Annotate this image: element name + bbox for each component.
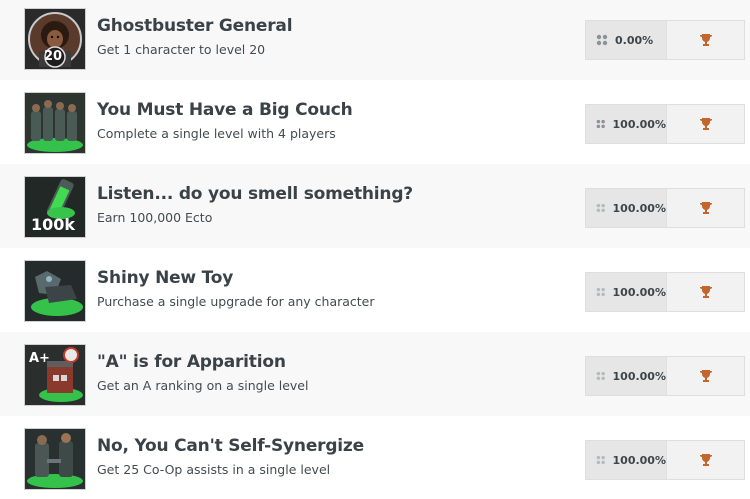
- players-grid-icon: [596, 34, 608, 46]
- achievement-row[interactable]: 100k Listen... do you smell something? E…: [0, 164, 750, 248]
- team-of-four-icon: [24, 92, 86, 154]
- coop-assist-icon: [24, 428, 86, 490]
- achievement-stats: 100.00%: [585, 440, 745, 480]
- unlock-rate: 100.00%: [586, 441, 666, 479]
- achievement-description: Earn 100,000 Ecto: [97, 210, 213, 225]
- achievement-row[interactable]: 20 Ghostbuster General Get 1 character t…: [0, 0, 750, 80]
- trophy-button[interactable]: [666, 357, 744, 395]
- character-level-icon: 20: [24, 8, 86, 70]
- players-grid-icon: [596, 203, 605, 213]
- unlock-percent: 0.00%: [615, 33, 654, 47]
- firehouse-ranking-icon: A+: [24, 344, 86, 406]
- unlock-rate: 100.00%: [586, 273, 666, 311]
- unlock-rate: 100.00%: [586, 189, 666, 227]
- achievement-row[interactable]: No, You Can't Self-Synergize Get 25 Co-O…: [0, 416, 750, 499]
- achievement-row[interactable]: A+ "A" is for Apparition Get an A rankin…: [0, 332, 750, 416]
- unlock-percent: 100.00%: [612, 117, 666, 131]
- unlock-percent: 100.00%: [612, 369, 666, 383]
- trophy-button[interactable]: [666, 21, 744, 59]
- trophy-icon: [699, 34, 712, 46]
- trophy-button[interactable]: [666, 273, 744, 311]
- achievement-description: Get an A ranking on a single level: [97, 378, 309, 393]
- trophy-icon: [699, 202, 712, 214]
- achievement-description: Complete a single level with 4 players: [97, 126, 336, 141]
- achievement-description: Get 1 character to level 20: [97, 42, 266, 57]
- trophy-icon: [699, 454, 712, 466]
- proton-pack-upgrade-icon: [24, 260, 86, 322]
- unlock-rate: 100.00%: [586, 357, 666, 395]
- achievement-description: Purchase a single upgrade for any charac…: [97, 294, 375, 309]
- achievement-row[interactable]: Shiny New Toy Purchase a single upgrade …: [0, 248, 750, 332]
- ecto-badge: 100k: [31, 215, 76, 234]
- trophy-button[interactable]: [666, 105, 744, 143]
- unlock-percent: 100.00%: [612, 201, 666, 215]
- achievement-title: Shiny New Toy: [97, 268, 234, 288]
- trophy-icon: [699, 370, 712, 382]
- unlock-rate: 0.00%: [586, 21, 666, 59]
- level-badge: 20: [44, 49, 63, 64]
- achievement-list: 20 Ghostbuster General Get 1 character t…: [0, 0, 750, 499]
- trophy-button[interactable]: [666, 441, 744, 479]
- unlock-percent: 100.00%: [612, 285, 666, 299]
- achievement-title: Listen... do you smell something?: [97, 184, 413, 204]
- achievement-stats: 100.00%: [585, 188, 745, 228]
- achievement-stats: 100.00%: [585, 272, 745, 312]
- achievement-stats: 100.00%: [585, 104, 745, 144]
- players-grid-icon: [596, 287, 605, 297]
- trophy-icon: [699, 286, 712, 298]
- unlock-percent: 100.00%: [612, 453, 666, 467]
- achievement-stats: 100.00%: [585, 356, 745, 396]
- achievement-row[interactable]: You Must Have a Big Couch Complete a sin…: [0, 80, 750, 164]
- players-grid-icon: [596, 119, 605, 129]
- achievement-title: Ghostbuster General: [97, 16, 293, 36]
- unlock-rate: 100.00%: [586, 105, 666, 143]
- achievement-stats: 0.00%: [585, 20, 745, 60]
- trophy-icon: [699, 118, 712, 130]
- rank-badge: A+: [29, 351, 50, 366]
- achievement-description: Get 25 Co-Op assists in a single level: [97, 462, 331, 477]
- achievement-title: "A" is for Apparition: [97, 352, 286, 372]
- achievement-title: You Must Have a Big Couch: [97, 100, 353, 120]
- trophy-button[interactable]: [666, 189, 744, 227]
- players-grid-icon: [596, 455, 605, 465]
- ecto-vial-icon: 100k: [24, 176, 86, 238]
- achievement-title: No, You Can't Self-Synergize: [97, 436, 364, 456]
- players-grid-icon: [596, 371, 605, 381]
